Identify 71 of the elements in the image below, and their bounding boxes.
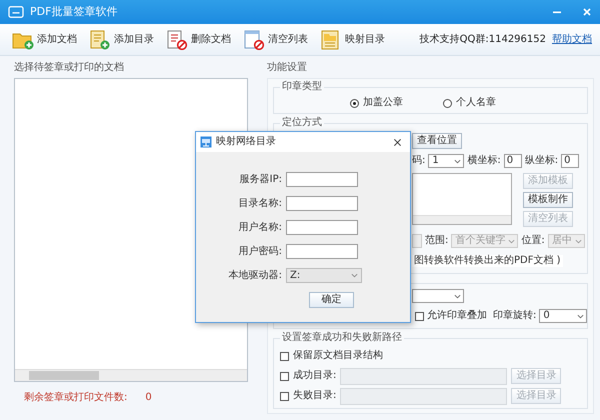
field-label: 服务器IP: — [238, 174, 282, 186]
horizontal-scrollbar[interactable] — [413, 215, 511, 224]
caret-icon — [454, 294, 461, 298]
ok-button[interactable]: 确定 — [309, 292, 354, 308]
caret-icon — [574, 238, 582, 244]
drive-select[interactable]: Z: — [286, 268, 362, 283]
group-legend: 印章类型 — [280, 81, 324, 93]
dialog-title: 映射网络目录 — [216, 136, 276, 148]
page-select[interactable]: 1 — [428, 154, 464, 168]
panel-title: 功能设置 — [267, 62, 307, 74]
toolbar-button[interactable]: 添加文档 — [12, 30, 77, 50]
checkbox-label: 失败目录: — [293, 390, 336, 402]
y-field[interactable]: 0 — [561, 154, 580, 168]
view-position-button[interactable]: 查看位置 — [412, 133, 462, 149]
toolbar-button[interactable]: 映射目录 — [320, 30, 385, 50]
checkbox[interactable] — [280, 352, 289, 360]
keyword-field[interactable] — [412, 234, 422, 248]
checkbox-label: 成功目录: — [293, 370, 336, 382]
input-field[interactable] — [286, 220, 358, 235]
radio-label: 加盖公章 — [363, 97, 403, 109]
remaining-label: 剩余签章或打印文件数: — [24, 392, 128, 404]
input-field[interactable] — [286, 172, 358, 187]
position-label: 位置: — [521, 235, 545, 247]
toolbar-button[interactable]: 清空列表 — [243, 30, 308, 50]
x-field[interactable]: 0 — [504, 154, 522, 168]
support-text: 技术支持QQ群:114296152 — [420, 34, 546, 46]
y-label: 纵坐标: — [524, 155, 558, 167]
rotate-label: 印章旋转: — [493, 310, 536, 322]
field-label: 用户密码: — [238, 246, 282, 258]
option-select[interactable] — [412, 289, 464, 303]
checkbox[interactable] — [280, 392, 289, 400]
app-logo-icon — [8, 5, 24, 19]
document-delete-icon — [166, 30, 188, 50]
field-label: 用户名称: — [238, 222, 282, 234]
window-delete-icon — [243, 30, 265, 50]
range-label: 范围: — [425, 235, 448, 247]
network-folder-icon — [200, 136, 212, 148]
note-text: 图转换软件转换出来的PDF文档 ) — [412, 255, 563, 267]
toolbar-button[interactable]: 删除文档 — [166, 30, 231, 50]
horizontal-scrollbar[interactable] — [15, 369, 247, 381]
group-legend: 设置签章成功和失败新路径 — [280, 332, 404, 344]
caret-icon — [508, 238, 516, 244]
input-field[interactable] — [286, 196, 358, 211]
checkbox[interactable] — [415, 312, 424, 320]
path-field[interactable] — [340, 368, 508, 384]
field-label: 目录名称: — [238, 198, 282, 210]
help-link[interactable]: 帮助文档 — [552, 34, 592, 46]
path-field[interactable] — [340, 388, 508, 404]
template-list[interactable] — [412, 173, 512, 225]
input-field[interactable] — [286, 244, 358, 259]
group-legend: 定位方式 — [280, 117, 324, 129]
checkbox-label: 允许印章叠加 — [427, 310, 487, 322]
caret-icon — [351, 273, 358, 278]
caret-icon — [577, 314, 584, 318]
radio-label: 个人名章 — [456, 97, 496, 109]
panel-title: 选择待签章或打印的文档 — [14, 62, 124, 74]
toolbar-button[interactable]: 添加目录 — [89, 30, 154, 50]
template-button[interactable]: 模板制作 — [523, 192, 573, 208]
close-icon[interactable] — [393, 138, 402, 146]
caret-icon — [454, 158, 462, 164]
radio-button[interactable] — [350, 98, 359, 108]
x-label: 横坐标: — [467, 155, 501, 167]
page-label: 码: — [412, 155, 426, 167]
document-plus-icon — [89, 30, 111, 50]
window-title: PDF批量签章软件 — [30, 6, 118, 18]
checkbox[interactable] — [280, 372, 289, 380]
field-label: 本地驱动器: — [228, 270, 282, 282]
checkbox-label: 保留原文档目录结构 — [293, 350, 383, 362]
rotate-select[interactable]: 0 — [539, 309, 588, 323]
remaining-count: 0 — [145, 392, 152, 404]
radio-button[interactable] — [443, 98, 452, 108]
